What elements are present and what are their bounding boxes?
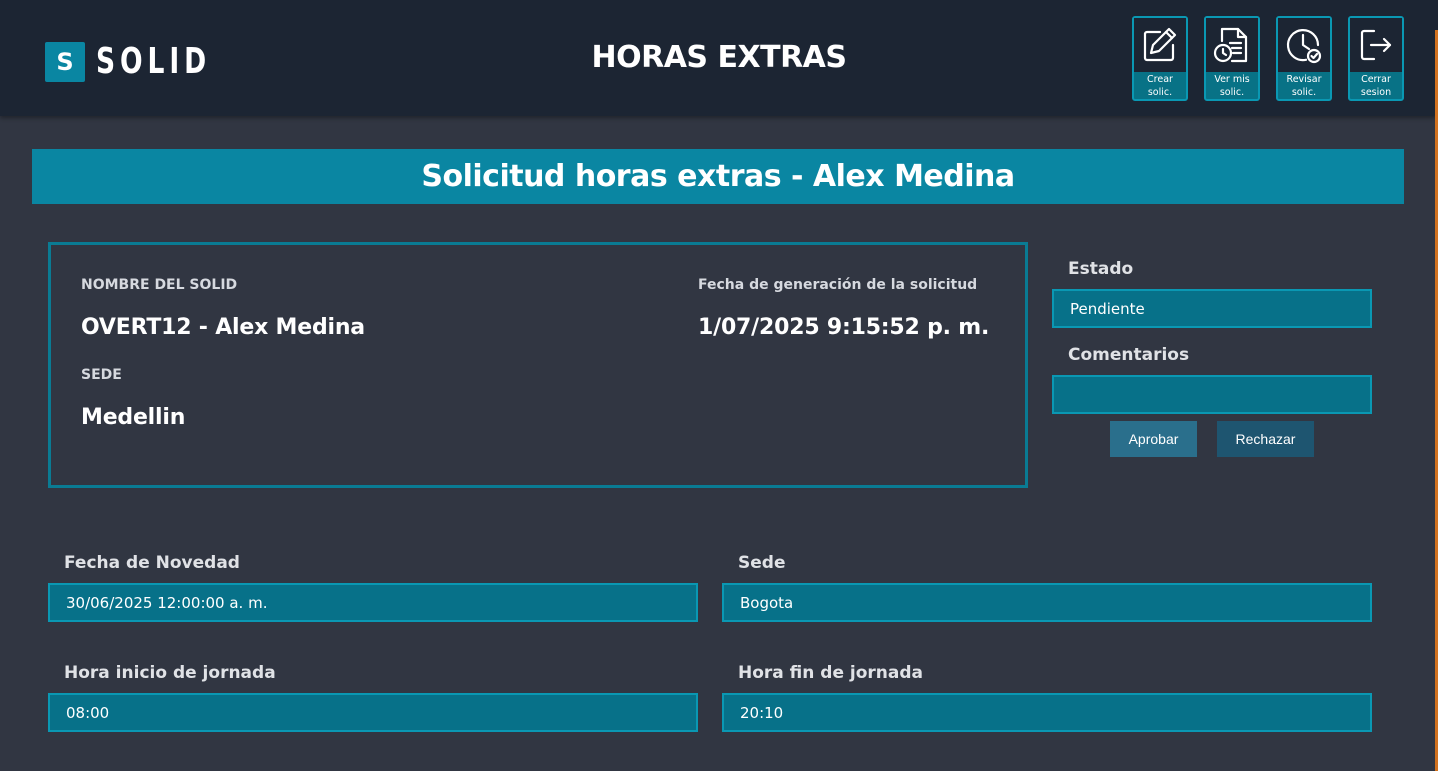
nav-label-line1: Ver mis [1214,74,1250,85]
nav-create-request-button[interactable]: Crear solic. [1132,16,1188,101]
clock-check-icon [1278,18,1330,72]
nav-label-line2: solic. [1291,87,1317,98]
sede-form-label: Sede [738,553,786,573]
comentarios-label: Comentarios [1068,345,1190,365]
nav-label-line2: solic. [1219,87,1245,98]
edit-icon [1134,18,1186,72]
sede-label: SEDE [81,367,122,383]
nav-label-line1: Crear [1147,74,1173,85]
fecha-novedad-label: Fecha de Novedad [64,553,240,573]
nav-review-requests-button[interactable]: Revisar solic. [1276,16,1332,101]
hora-inicio-field[interactable]: 08:00 [48,693,698,732]
approve-button[interactable]: Aprobar [1110,421,1197,457]
estado-select[interactable]: Pendiente [1052,289,1372,328]
hora-fin-label: Hora fin de jornada [738,663,924,683]
document-clock-icon [1206,18,1258,72]
solid-name-value: OVERT12 - Alex Medina [81,315,365,340]
nav-logout-button[interactable]: Cerrar sesion [1348,16,1404,101]
reject-button[interactable]: Rechazar [1217,421,1314,457]
hora-fin-field[interactable]: 20:10 [722,693,1372,732]
nav-label-line1: Cerrar [1361,74,1391,85]
logout-icon [1350,18,1402,72]
generation-date-value: 1/07/2025 9:15:52 p. m. [698,315,990,340]
page-title-banner: Solicitud horas extras - Alex Medina [32,149,1404,204]
estado-label: Estado [1068,259,1134,279]
sede-value: Medellin [81,405,186,430]
top-bar: S SOLID HORAS EXTRAS Crear solic. Ver mi… [0,0,1438,116]
nav-label-line2: sesion [1360,87,1392,98]
nav-label-line1: Revisar [1286,74,1322,85]
nav-label-line2: solic. [1147,87,1173,98]
comentarios-input[interactable] [1052,375,1372,414]
solid-name-label: NOMBRE DEL SOLID [81,277,238,293]
request-info-card: NOMBRE DEL SOLID OVERT12 - Alex Medina S… [48,242,1028,488]
generation-date-label: Fecha de generación de la solicitud [698,277,978,293]
hora-inicio-label: Hora inicio de jornada [64,663,276,683]
nav-my-requests-button[interactable]: Ver mis solic. [1204,16,1260,101]
sede-field[interactable]: Bogota [722,583,1372,622]
fecha-novedad-field[interactable]: 30/06/2025 12:00:00 a. m. [48,583,698,622]
